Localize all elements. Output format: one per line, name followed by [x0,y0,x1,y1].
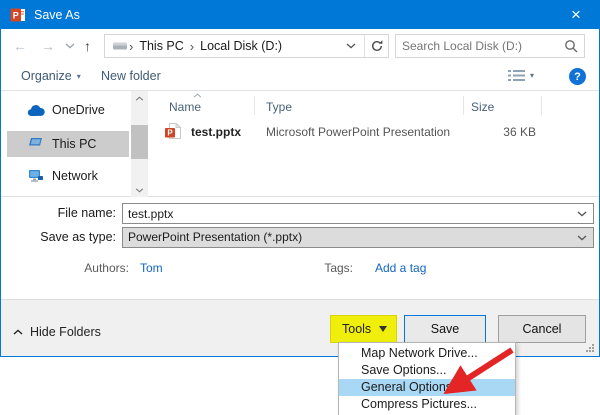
file-type-cell: Microsoft PowerPoint Presentation [266,125,450,139]
sidebar-item-label: OneDrive [52,103,105,117]
forward-icon[interactable]: → [41,36,55,56]
resize-grip-icon[interactable] [585,343,595,353]
window-title: Save As [34,8,80,22]
address-dropdown-chevron-icon[interactable] [346,43,356,49]
titlebar: P Save As × [1,1,599,29]
sidebar-scrollbar[interactable] [131,91,148,197]
sidebar-item-network[interactable]: Network [1,163,129,189]
tools-menu: Map Network Drive... Save Options... Gen… [338,342,516,415]
main-area: OneDrive This PC [1,91,599,197]
new-folder-button[interactable]: New folder [101,69,161,83]
save-button[interactable]: Save [404,315,486,343]
file-row[interactable]: P test.pptx Microsoft PowerPoint Present… [151,119,598,143]
drive-icon [112,40,128,52]
chevron-down-icon: ▾ [77,72,81,81]
tools-dropdown-arrow-icon[interactable] [379,326,387,332]
chevron-up-icon [13,329,23,335]
chevron-down-icon: ▾ [530,71,534,80]
file-name-cell: test.pptx [191,125,241,139]
save-as-type-label: Save as type: [1,230,116,244]
svg-text:P: P [167,128,173,137]
column-header-size[interactable]: Size [471,100,494,114]
tools-button-highlight: Tools [330,315,397,343]
sidebar-item-label: Network [52,169,98,183]
tags-label: Tags: [281,261,353,275]
screenshot-canvas: P Save As × ← → ↑ › This PC › Local Disk… [0,0,600,415]
pptx-file-icon: P [165,123,181,139]
back-icon[interactable]: ← [13,36,27,56]
sort-ascending-icon [193,93,202,98]
search-input[interactable] [402,39,564,53]
new-folder-label: New folder [101,69,161,83]
file-name-label: File name: [1,206,116,220]
views-button[interactable]: ▾ [508,69,534,82]
form-area: File name: Save as type: PowerPoint Pres… [1,197,599,299]
column-divider[interactable] [541,96,542,115]
sidebar-item-this-pc[interactable]: This PC [7,131,129,157]
authors-label: Authors: [1,261,129,275]
recent-locations-chevron-icon[interactable] [65,43,75,49]
scroll-up-icon[interactable] [131,91,148,105]
tools-button[interactable]: Tools [342,322,371,336]
file-list-header: Name Type Size [151,93,598,115]
scroll-down-icon[interactable] [131,183,148,197]
menu-item-compress-pictures[interactable]: Compress Pictures... [339,396,515,413]
refresh-button[interactable] [365,35,388,57]
breadcrumb-this-pc[interactable]: This PC [134,39,188,53]
file-name-input[interactable] [123,204,593,223]
command-bar: Organize ▾ New folder ▾ ? [1,63,599,91]
help-icon[interactable]: ? [569,68,586,85]
chevron-down-icon[interactable] [577,235,587,241]
menu-item-save-options[interactable]: Save Options... [339,362,515,379]
column-divider[interactable] [254,96,255,115]
sidebar-item-onedrive[interactable]: OneDrive [1,97,129,123]
powerpoint-app-icon: P [10,7,26,23]
save-as-type-value: PowerPoint Presentation (*.pptx) [123,228,593,247]
onedrive-cloud-icon [27,104,45,117]
chevron-down-icon[interactable] [577,211,587,217]
file-list: Name Type Size P test.pptx Microsoft [151,91,598,197]
navigation-bar: ← → ↑ › This PC › Local Disk (D:) [1,29,599,63]
menu-item-map-network-drive[interactable]: Map Network Drive... [339,345,515,362]
save-as-type-dropdown[interactable]: PowerPoint Presentation (*.pptx) [122,227,594,248]
organize-label: Organize [21,69,72,83]
cancel-button[interactable]: Cancel [498,315,586,343]
menu-item-general-options[interactable]: General Options... [339,379,515,396]
breadcrumb-local-disk[interactable]: Local Disk (D:) [195,39,287,53]
address-bar[interactable]: › This PC › Local Disk (D:) [104,34,389,58]
save-as-dialog: P Save As × ← → ↑ › This PC › Local Disk… [0,0,600,357]
organize-button[interactable]: Organize ▾ [21,69,81,83]
file-size-cell: 36 KB [463,125,536,139]
scrollbar-thumb[interactable] [131,125,148,159]
svg-text:P: P [13,11,19,21]
network-icon [27,169,45,183]
views-list-icon [508,69,525,82]
this-pc-icon [27,137,45,151]
refresh-icon [370,39,384,53]
tags-add-link[interactable]: Add a tag [375,261,426,275]
close-icon[interactable]: × [553,1,599,29]
column-header-type[interactable]: Type [266,100,292,114]
sidebar-item-label: This PC [52,137,96,151]
hide-folders-button[interactable]: Hide Folders [13,325,101,339]
search-icon [564,39,578,53]
up-icon[interactable]: ↑ [84,36,91,56]
file-name-combobox[interactable] [122,203,594,224]
column-header-name[interactable]: Name [169,100,201,114]
column-divider[interactable] [463,96,464,115]
authors-value[interactable]: Tom [140,261,163,275]
search-box[interactable] [395,34,585,58]
hide-folders-label: Hide Folders [30,325,101,339]
